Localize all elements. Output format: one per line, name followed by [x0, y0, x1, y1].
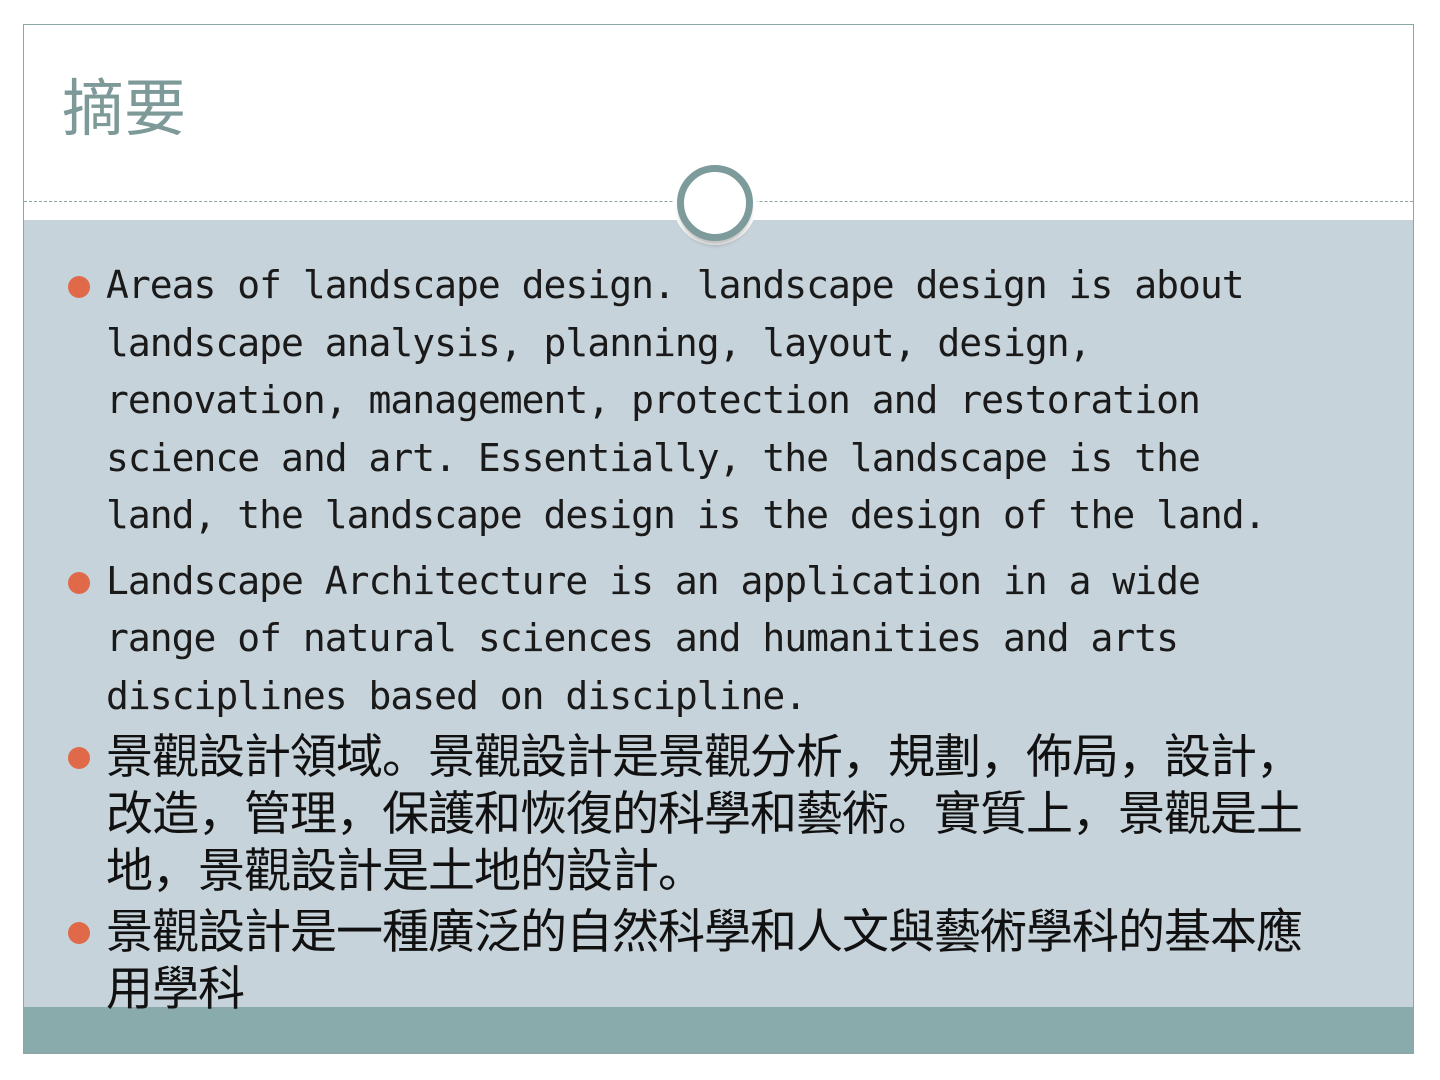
bullet-line: Landscape Architecture is an application…: [106, 558, 1201, 603]
bullet-line: range of natural sciences and humanities…: [106, 616, 1179, 660]
bullet-line: 改造，管理，保護和恢復的科學和藝術。實質上，景觀是土: [106, 787, 1303, 842]
bullet-line: 地，景觀設計是土地的設計。: [106, 844, 705, 899]
bullet-line: 用學科: [106, 962, 245, 1017]
bullet-line: Areas of landscape design. landscape des…: [106, 263, 1245, 307]
bullet-line: 景觀設計領域。景觀設計是景觀分析，規劃，佈局，設計，: [106, 730, 1303, 785]
slide-title: 摘要: [62, 72, 187, 145]
bullet-dot-icon: [68, 571, 90, 594]
bullet-line: land, the landscape design is the design…: [106, 493, 1267, 537]
bullet-dot-icon: [68, 922, 90, 944]
bullet-item: Areas of landscape design. landscape des…: [64, 257, 1404, 545]
bullet-list: Areas of landscape design. landscape des…: [64, 257, 1404, 1018]
bullet-line: 景觀設計是一種廣泛的自然科學和人文與藝術學科的基本應: [106, 905, 1303, 960]
ring-ornament-icon: [677, 165, 753, 241]
bullet-item: Landscape Architecture is an application…: [64, 553, 1404, 726]
bullet-line: disciplines based on discipline.: [106, 673, 807, 718]
slide: 摘要 Areas of landscape design. landscape …: [23, 24, 1414, 1054]
bullet-line: renovation, management, protection and r…: [106, 378, 1201, 422]
bullet-item: 景觀設計領域。景觀設計是景觀分析，規劃，佈局，設計， 改造，管理，保護和恢復的科…: [64, 729, 1404, 900]
bullet-dot-icon: [68, 276, 90, 298]
bullet-dot-icon: [68, 747, 90, 769]
bullet-line: landscape analysis, planning, layout, de…: [106, 320, 1092, 365]
bullet-item: 景觀設計是一種廣泛的自然科學和人文與藝術學科的基本應 用學科: [64, 904, 1404, 1018]
bullet-line: science and art. Essentially, the landsc…: [106, 435, 1201, 480]
